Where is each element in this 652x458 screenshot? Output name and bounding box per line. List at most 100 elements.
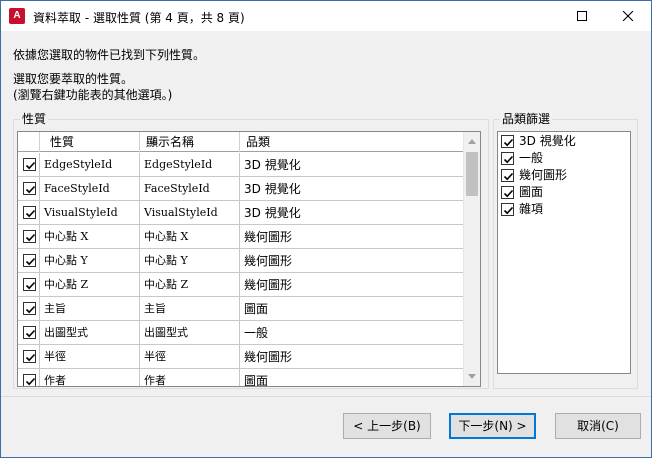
- autocad-logo-icon: A: [9, 8, 25, 24]
- category-cell: 圖面: [244, 374, 269, 387]
- row-checkbox[interactable]: [23, 278, 36, 291]
- vertical-scrollbar[interactable]: [463, 132, 480, 386]
- row-check-cell: [18, 153, 40, 177]
- next-button[interactable]: 下一步(N) >: [449, 413, 536, 439]
- properties-grid[interactable]: 性質 顯示名稱 品類 EdgeStyleId EdgeStyleId 3D 視覺化 F…: [17, 131, 481, 387]
- table-row[interactable]: EdgeStyleId EdgeStyleId 3D 視覺化: [18, 153, 465, 177]
- maximize-button[interactable]: [559, 1, 605, 31]
- maximize-icon: [577, 11, 587, 21]
- row-checkbox[interactable]: [23, 230, 36, 243]
- row-checkbox[interactable]: [23, 326, 36, 339]
- category-checkbox[interactable]: [501, 152, 514, 165]
- title-bar[interactable]: A 資料萃取 - 選取性質 (第 4 頁，共 8 頁): [1, 1, 651, 31]
- header-property-label: 性質: [50, 135, 75, 149]
- row-check-cell: [18, 225, 40, 249]
- table-row[interactable]: 中心點 Z 中心點 Z 幾何圖形: [18, 273, 465, 297]
- header-property[interactable]: 性質: [40, 132, 158, 152]
- property-cell: EdgeStyleId: [40, 153, 140, 177]
- grid-header: 性質 顯示名稱 品類: [18, 132, 465, 152]
- category-cell: 一般: [244, 326, 269, 340]
- row-checkbox[interactable]: [23, 350, 36, 363]
- hint-text: (瀏覽右鍵功能表的其他選項。): [13, 88, 173, 102]
- category-cell: 3D 視覺化: [244, 158, 301, 172]
- property-cell: FaceStyleId: [40, 177, 140, 201]
- close-icon: [623, 11, 633, 21]
- category-filter-list[interactable]: 3D 視覺化 一般幾何圖形 圖面雜項: [497, 131, 631, 374]
- table-row[interactable]: 出圖型式 出圖型式 一般: [18, 321, 465, 345]
- row-check-cell: [18, 321, 40, 345]
- category-cell: 3D 視覺化: [244, 182, 301, 196]
- property-cell: 中心點 Z: [40, 273, 140, 297]
- property-cell: 出圖型式: [40, 321, 140, 345]
- table-row[interactable]: 作者 作者 圖面: [18, 369, 465, 387]
- display-name-cell[interactable]: 主旨: [140, 297, 240, 321]
- category-filter-label-text: 一般: [519, 151, 544, 165]
- display-name-cell[interactable]: 半徑: [140, 345, 240, 369]
- category-checkbox[interactable]: [501, 169, 514, 182]
- info-text: 依據您選取的物件已找到下列性質。: [13, 48, 206, 62]
- row-check-cell: [18, 345, 40, 369]
- category-filter-label-text: 雜項: [519, 202, 544, 216]
- scroll-down-icon[interactable]: [468, 374, 476, 379]
- row-check-cell: [18, 201, 40, 225]
- category-filter-item[interactable]: 一般: [501, 150, 629, 167]
- scrollbar-thumb[interactable]: [466, 152, 478, 196]
- row-check-cell: [18, 249, 40, 273]
- category-cell: 3D 視覺化: [244, 206, 301, 220]
- row-checkbox[interactable]: [23, 158, 36, 171]
- property-cell: 中心點 Y: [40, 249, 140, 273]
- row-checkbox[interactable]: [23, 374, 36, 386]
- cancel-button[interactable]: 取消(C): [555, 413, 641, 439]
- table-row[interactable]: VisualStyleId VisualStyleId 3D 視覺化: [18, 201, 465, 225]
- header-display-name[interactable]: 顯示名稱: [140, 132, 240, 152]
- row-check-cell: [18, 369, 40, 386]
- scroll-up-icon[interactable]: [468, 139, 476, 144]
- category-checkbox[interactable]: [501, 203, 514, 216]
- back-button[interactable]: < 上一步(B): [343, 413, 431, 439]
- category-cell: 幾何圖形: [244, 230, 293, 244]
- row-check-cell: [18, 177, 40, 201]
- display-name-cell[interactable]: 中心點 X: [140, 225, 240, 249]
- instruction-text: 選取您要萃取的性質。: [13, 72, 134, 86]
- display-name-cell[interactable]: 作者: [140, 369, 240, 386]
- property-cell: 半徑: [40, 345, 140, 369]
- category-filter-label-text: 圖面: [519, 185, 544, 199]
- row-checkbox[interactable]: [23, 206, 36, 219]
- property-cell: 作者: [40, 369, 140, 386]
- category-cell: 幾何圖形: [244, 254, 293, 268]
- button-separator: [1, 396, 651, 397]
- row-checkbox[interactable]: [23, 254, 36, 267]
- dialog-body: 依據您選取的物件已找到下列性質。 選取您要萃取的性質。 (瀏覽右鍵功能表的其他選…: [1, 31, 651, 457]
- category-filter-item[interactable]: 3D 視覺化: [501, 133, 629, 150]
- display-name-cell[interactable]: FaceStyleId: [140, 177, 240, 201]
- row-check-cell: [18, 297, 40, 321]
- table-row[interactable]: 中心點 X 中心點 X 幾何圖形: [18, 225, 465, 249]
- table-row[interactable]: 半徑 半徑 幾何圖形: [18, 345, 465, 369]
- category-cell: 幾何圖形: [244, 278, 293, 292]
- display-name-cell[interactable]: VisualStyleId: [140, 201, 240, 225]
- category-filter-label: 品類篩選: [500, 112, 553, 126]
- table-row[interactable]: 主旨 主旨 圖面: [18, 297, 465, 321]
- table-row[interactable]: 中心點 Y 中心點 Y 幾何圖形: [18, 249, 465, 273]
- table-row[interactable]: FaceStyleId FaceStyleId 3D 視覺化: [18, 177, 465, 201]
- header-check-column[interactable]: [18, 132, 40, 152]
- property-cell: 中心點 X: [40, 225, 140, 249]
- property-cell: VisualStyleId: [40, 201, 140, 225]
- close-button[interactable]: [605, 1, 651, 31]
- category-cell: 幾何圖形: [244, 350, 293, 364]
- category-checkbox[interactable]: [501, 186, 514, 199]
- display-name-cell[interactable]: 中心點 Y: [140, 249, 240, 273]
- row-checkbox[interactable]: [23, 302, 36, 315]
- property-cell: 主旨: [40, 297, 140, 321]
- category-filter-item[interactable]: 圖面: [501, 184, 629, 201]
- row-checkbox[interactable]: [23, 182, 36, 195]
- category-filter-item[interactable]: 幾何圖形: [501, 167, 629, 184]
- category-checkbox[interactable]: [501, 135, 514, 148]
- display-name-cell[interactable]: 中心點 Z: [140, 273, 240, 297]
- category-filter-item[interactable]: 雜項: [501, 201, 629, 218]
- category-cell: 圖面: [244, 302, 269, 316]
- row-check-cell: [18, 273, 40, 297]
- display-name-cell[interactable]: EdgeStyleId: [140, 153, 240, 177]
- display-name-cell[interactable]: 出圖型式: [140, 321, 240, 345]
- header-category[interactable]: 品類: [240, 132, 465, 152]
